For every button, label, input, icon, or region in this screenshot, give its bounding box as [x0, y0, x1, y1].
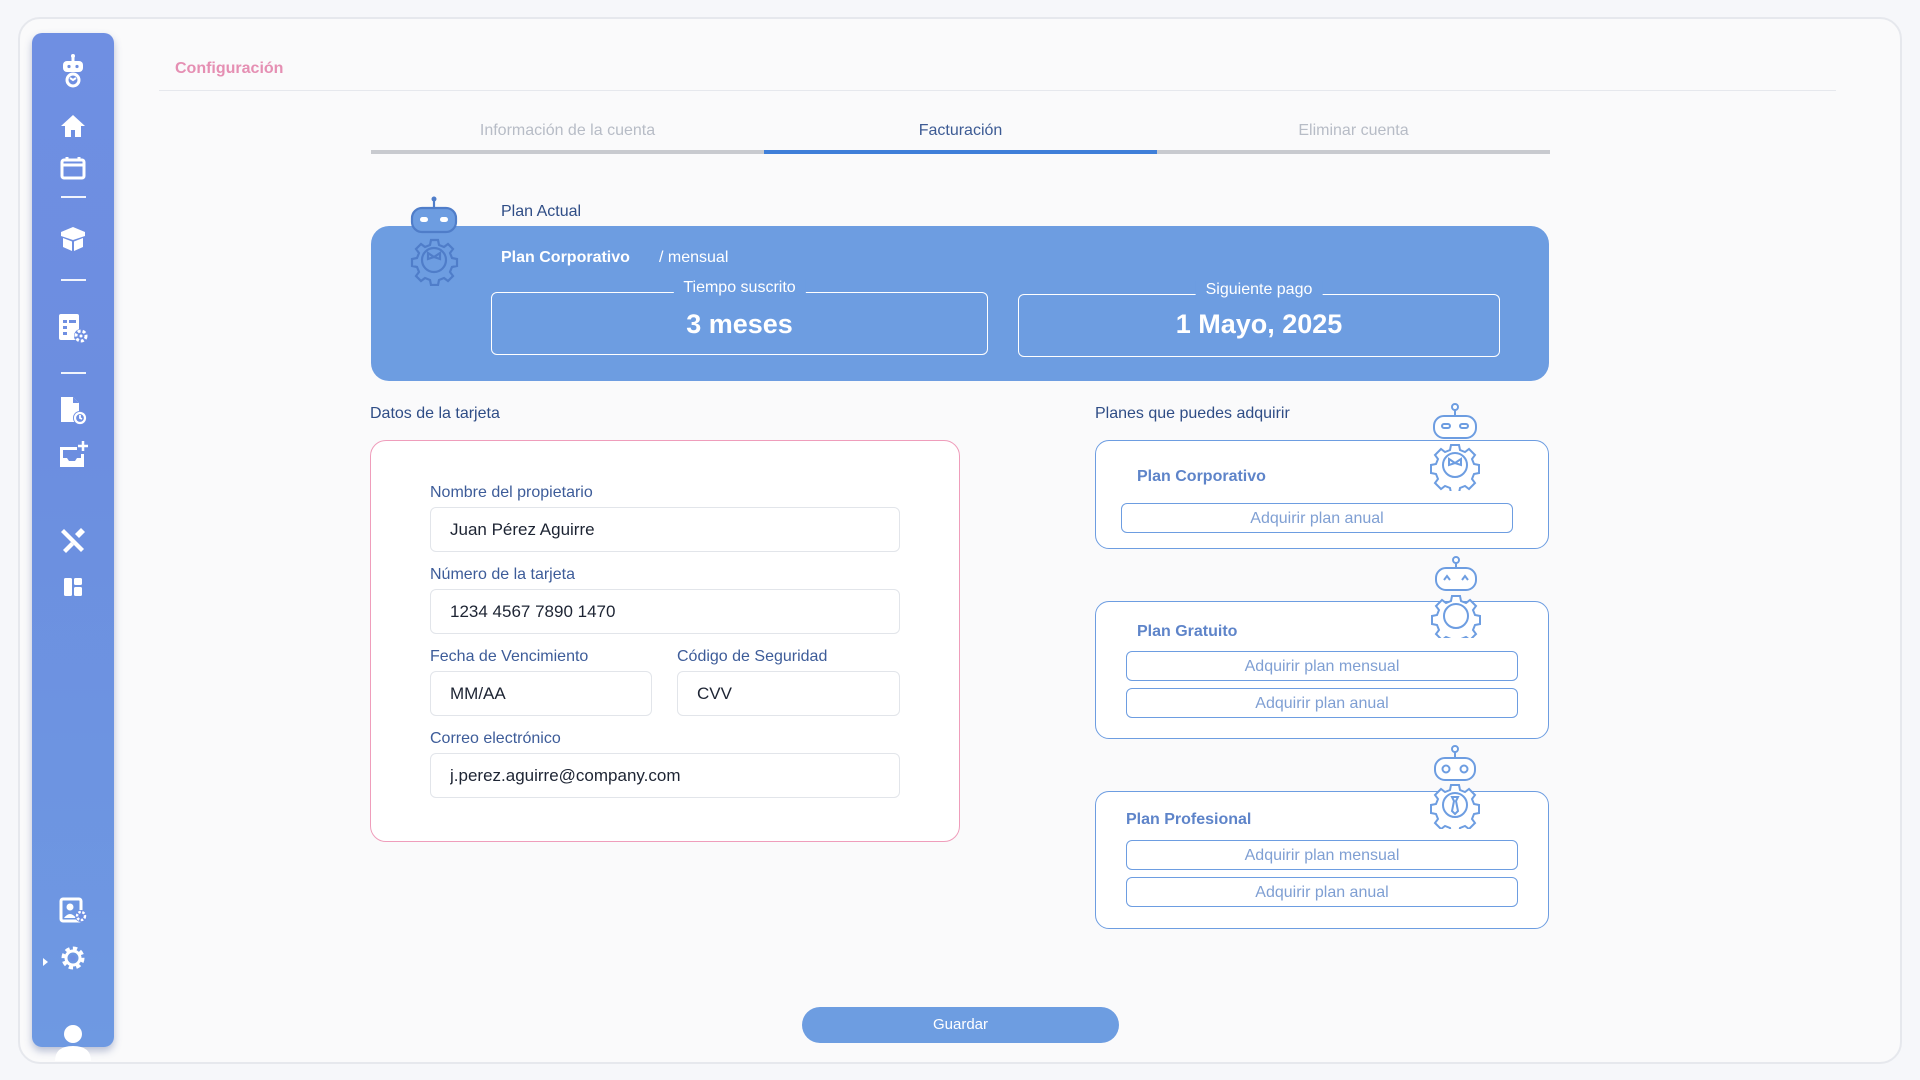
- buy-annual-profesional-button[interactable]: Adquirir plan anual: [1126, 877, 1518, 907]
- buy-annual-gratuito-button[interactable]: Adquirir plan anual: [1126, 688, 1518, 718]
- plan-option-name: Plan Corporativo: [1137, 468, 1266, 485]
- page-title: Configuración: [175, 60, 284, 77]
- tools-icon[interactable]: [32, 526, 114, 554]
- sidebar-divider: [61, 196, 86, 198]
- robot-mascot-icon: [398, 196, 470, 291]
- buy-annual-corporativo-button[interactable]: Adquirir plan anual: [1121, 503, 1513, 533]
- next-payment-label: Siguiente pago: [1195, 281, 1323, 299]
- current-plan-period: / mensual: [659, 249, 729, 266]
- sidebar-divider: [61, 279, 86, 281]
- subscribed-time-label: Tiempo suscrito: [673, 279, 806, 297]
- buy-monthly-profesional-button[interactable]: Adquirir plan mensual: [1126, 840, 1518, 870]
- report-settings-icon[interactable]: [32, 312, 114, 344]
- email-field[interactable]: [430, 753, 900, 798]
- user-settings-icon[interactable]: [32, 897, 114, 923]
- expiry-date-label: Fecha de Vencimiento: [430, 648, 589, 665]
- robot-outline-icon: [1420, 403, 1490, 496]
- tab-delete-account[interactable]: Eliminar cuenta: [1157, 122, 1550, 154]
- inbox-add-icon[interactable]: [32, 440, 114, 470]
- plan-option-name: Plan Gratuito: [1137, 623, 1238, 640]
- calendar-icon[interactable]: [32, 156, 114, 180]
- tab-label: Información de la cuenta: [479, 122, 656, 139]
- save-button[interactable]: Guardar: [802, 1007, 1119, 1043]
- dashboard-icon[interactable]: [32, 576, 114, 598]
- tab-label: Eliminar cuenta: [1298, 122, 1409, 139]
- robot-logo-icon[interactable]: [32, 53, 114, 89]
- card-number-field[interactable]: [430, 589, 900, 634]
- subscribed-time-value: 3 meses: [686, 309, 793, 339]
- tab-underline: [1157, 150, 1550, 154]
- owner-name-label: Nombre del propietario: [430, 484, 593, 501]
- expiry-date-field[interactable]: [430, 671, 652, 716]
- home-icon[interactable]: [32, 114, 114, 138]
- robot-outline-icon: [1424, 556, 1488, 645]
- buy-monthly-gratuito-button[interactable]: Adquirir plan mensual: [1126, 651, 1518, 681]
- card-number-label: Número de la tarjeta: [430, 566, 575, 583]
- email-label: Correo electrónico: [430, 730, 561, 747]
- current-plan-label: Plan Actual: [501, 203, 582, 220]
- user-avatar-icon[interactable]: [32, 1023, 114, 1063]
- sidebar-divider: [61, 372, 86, 374]
- owner-name-field[interactable]: [430, 507, 900, 552]
- tab-underline: [764, 150, 1157, 154]
- card-section-title: Datos de la tarjeta: [370, 405, 500, 422]
- current-plan-name: Plan Corporativo: [501, 249, 630, 266]
- sidebar: [32, 33, 114, 1061]
- robot-outline-icon: [1422, 745, 1488, 834]
- document-clock-icon[interactable]: [32, 395, 114, 425]
- security-code-field[interactable]: [677, 671, 900, 716]
- box-icon[interactable]: [32, 226, 114, 252]
- tab-label: Facturación: [918, 122, 1003, 139]
- settings-tabs: Información de la cuenta Facturación Eli…: [371, 122, 1550, 154]
- tab-billing[interactable]: Facturación: [764, 122, 1157, 154]
- next-payment-value: 1 Mayo, 2025: [1175, 309, 1343, 339]
- security-code-label: Código de Seguridad: [677, 648, 828, 665]
- subscribed-time-box: Tiempo suscrito 3 meses: [491, 279, 988, 355]
- gear-icon[interactable]: [32, 944, 114, 972]
- next-payment-box: Siguiente pago 1 Mayo, 2025: [1018, 281, 1500, 357]
- tab-underline: [371, 150, 764, 154]
- title-divider: [159, 90, 1836, 91]
- plans-section-title: Planes que puedes adquirir: [1095, 405, 1290, 422]
- tab-account-info[interactable]: Información de la cuenta: [371, 122, 764, 154]
- app-frame: [18, 17, 1902, 1064]
- plan-option-name: Plan Profesional: [1126, 811, 1252, 828]
